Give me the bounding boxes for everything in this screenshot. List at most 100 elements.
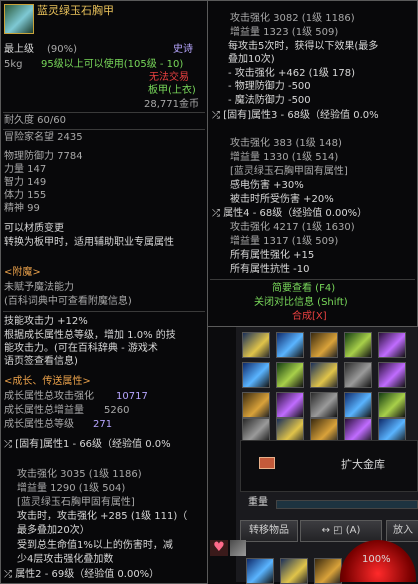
craft-link[interactable]: 合成[X]: [292, 311, 327, 323]
item-rarity: 史诗: [173, 44, 193, 55]
compare-line: 攻击强化 383 (1级 148): [230, 138, 342, 149]
item-price: 28,771金币: [144, 99, 199, 110]
inventory-slot[interactable]: [344, 392, 372, 418]
prop1-fixed: [蓝灵绿玉石胸甲固有属性]: [17, 497, 135, 508]
compare-line: 增益量 1317 (1级 509): [230, 236, 339, 247]
inventory-slot[interactable]: [276, 392, 304, 418]
heart-icon[interactable]: ♥: [210, 540, 228, 556]
quickslot[interactable]: [246, 558, 274, 584]
swap-icon: ⤮: [212, 208, 220, 219]
swap-icon: ⤮: [4, 439, 12, 450]
swap-icon: ⤮: [4, 569, 12, 580]
prop3-title: ⤮ [固有]属性3 - 68级（经验值 0.0%: [212, 110, 379, 121]
growth-lvl-value: 271: [93, 419, 113, 430]
growth-atk-label: 成长属性总攻击强化: [4, 391, 94, 402]
swap-icon: ⤮: [212, 110, 220, 121]
item-durability: 耐久度 60/60: [4, 115, 66, 126]
skill-attack: 技能攻击力 +12%: [4, 316, 88, 327]
quickslot[interactable]: [314, 558, 342, 584]
compare-line: 感电伤害 +30%: [230, 180, 304, 191]
quickslot[interactable]: [280, 558, 308, 584]
enchant-hint: (百科词典中可查看附魔信息): [4, 296, 132, 307]
prop1-effect-line: 最多叠加20次）: [17, 525, 90, 536]
item-name: 蓝灵绿玉石胸甲: [37, 4, 114, 17]
compare-line: 所有属性强化 +15: [230, 250, 315, 261]
chest-icon: [259, 457, 275, 469]
item-level-req: 95级以上可以使用(105级 - 10): [41, 59, 184, 70]
compare-line: 叠加10次): [228, 54, 275, 65]
inventory-slot[interactable]: [242, 392, 270, 418]
inventory-slot[interactable]: [378, 392, 406, 418]
growth-title: <成长、传送属性>: [4, 376, 91, 387]
inventory-slot[interactable]: [242, 332, 270, 358]
prop1-effect-line: 受到总生命值1%以上的伤害时，减: [17, 540, 173, 551]
bag-icon: ◰: [333, 525, 343, 536]
transfer-items-button[interactable]: 转移物品: [240, 520, 298, 542]
item-grade: 最上级: [4, 44, 34, 55]
prop1-effect-line: 攻击时，攻击强化 +285 (1级 111)（: [17, 511, 188, 522]
growth-desc-line: 能攻击力。(可在百科辞典 - 游戏术: [4, 343, 158, 354]
compare-line: 每攻击5次时，获得以下效果(最多: [228, 41, 379, 52]
bank-expand-label: 扩大金库: [341, 458, 385, 471]
growth-desc-line: 根据成长属性总等级，增加 1.0% 的技: [4, 330, 176, 341]
prop4-title: ⤮ 属性4 - 68级（经验值 0.00%）: [212, 208, 368, 219]
prop1-atk: 攻击强化 3035 (1级 1186): [17, 469, 142, 480]
compare-line: 所有属性抗性 -10: [230, 264, 310, 275]
growth-atk-value: 10717: [116, 391, 148, 402]
item-reputation: 冒险家名望 2435: [4, 132, 83, 143]
item-tooltip-right: 攻击强化 3082 (1级 1186) 增益量 1323 (1级 509) 每攻…: [207, 0, 418, 327]
item-trade: 无法交易: [149, 72, 189, 83]
growth-lvl-label: 成长属性总等级: [4, 419, 74, 430]
stat-line: 体力 155: [4, 190, 47, 201]
growth-desc-line: 语页签查看信息): [4, 356, 78, 367]
stat-line: 精神 99: [4, 203, 40, 214]
growth-amp-label: 成长属性总增益量: [4, 405, 84, 416]
item-grade-pct: (90%): [47, 44, 78, 55]
item-slot-type: 板甲(上衣): [148, 85, 196, 96]
inventory-slot[interactable]: [310, 332, 338, 358]
stat-line: 智力 149: [4, 177, 47, 188]
compare-line: - 攻击强化 +462 (1级 178): [228, 68, 356, 79]
enchant-title: <附魔>: [4, 267, 41, 278]
put-button[interactable]: 放入: [386, 520, 418, 542]
item-weight: 5kg: [4, 59, 23, 70]
inventory-slot[interactable]: [344, 362, 372, 388]
close-compare-link[interactable]: 关闭对比信息 (Shift): [254, 297, 348, 309]
bank-expand-panel[interactable]: 扩大金库: [240, 440, 418, 492]
item-tooltip-left: 蓝灵绿玉石胸甲 最上级 (90%) 史诗 5kg 95级以上可以使用(105级 …: [0, 0, 208, 584]
inventory-slot[interactable]: [378, 362, 406, 388]
arrows-icon: ↔: [321, 525, 330, 536]
inventory-slot[interactable]: [276, 362, 304, 388]
brief-view-link[interactable]: 简要查看 (F4): [272, 283, 335, 295]
enchant-none: 未赋予魔法能力: [4, 282, 74, 293]
inventory-slot[interactable]: [378, 332, 406, 358]
hp-percent: 100%: [362, 554, 391, 565]
compare-line: 增益量 1323 (1级 509): [230, 27, 339, 38]
stat-line: 物理防御力 7784: [4, 151, 83, 162]
compare-line: 攻击强化 3082 (1级 1186): [230, 13, 355, 24]
inventory-slot[interactable]: [276, 332, 304, 358]
inventory-slot[interactable]: [310, 392, 338, 418]
prop1-effect-line: 少4层攻击强化叠加数: [17, 554, 114, 565]
stat-line: 力量 147: [4, 164, 47, 175]
inventory-slot[interactable]: [344, 332, 372, 358]
prop2-title: ⤮ 属性2 - 69级（经验值 0.00%）: [4, 569, 160, 580]
compare-line: 增益量 1330 (1级 514): [230, 152, 339, 163]
material-desc: 转换为板甲时，适用辅助职业专属属性: [4, 237, 174, 248]
compare-line: 攻击强化 4217 (1级 1630): [230, 222, 355, 233]
chestplate-icon: [4, 4, 34, 34]
weight-label: 重量: [248, 497, 268, 508]
inventory-slot[interactable]: [310, 362, 338, 388]
compare-line: [蓝灵绿玉石胸甲固有属性]: [230, 166, 348, 177]
growth-amp-value: 5260: [104, 405, 130, 416]
prop1-amp: 增益量 1290 (1级 504): [17, 483, 126, 494]
compare-line: - 魔法防御力 -500: [228, 95, 311, 106]
quickslot-icon[interactable]: [230, 540, 246, 556]
sort-button[interactable]: ↔ ◰ (A): [300, 520, 382, 542]
material-change: 可以材质变更: [4, 223, 64, 234]
compare-line: - 物理防御力 -500: [228, 81, 311, 92]
prop1-title: ⤮ [固有]属性1 - 66级（经验值 0.0%: [4, 439, 171, 450]
inventory-slot[interactable]: [242, 362, 270, 388]
compare-line: 被击时所受伤害 +20%: [230, 194, 334, 205]
weight-bar: [276, 500, 418, 509]
